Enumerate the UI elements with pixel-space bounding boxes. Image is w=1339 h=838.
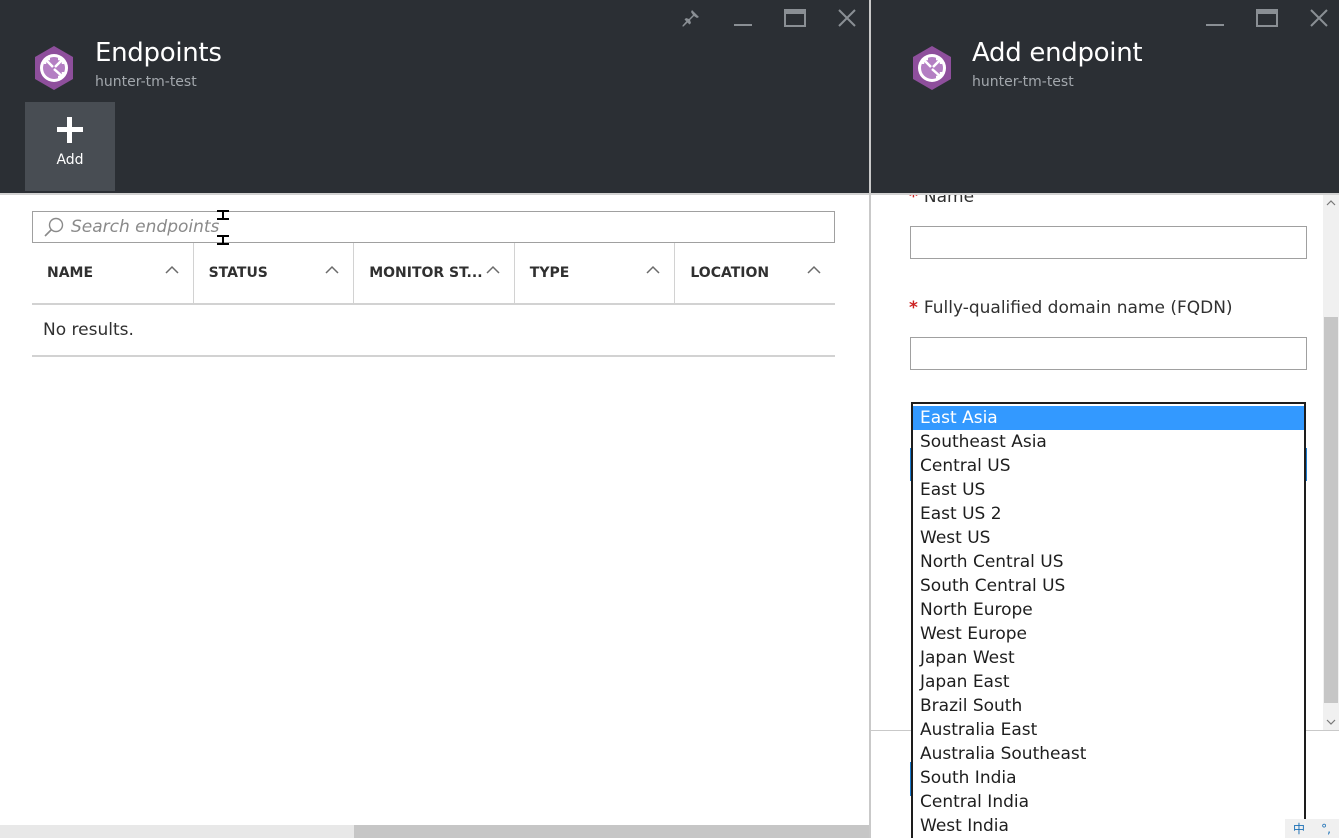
column-header-status[interactable]: STATUS xyxy=(192,243,354,303)
column-label: STATUS xyxy=(208,265,268,281)
blade-title: Add endpoint xyxy=(972,38,1143,68)
location-option-east-us[interactable]: East US xyxy=(913,478,1304,502)
close-icon[interactable] xyxy=(821,6,873,30)
scrollbar-thumb[interactable] xyxy=(354,825,869,838)
blade-title: Endpoints xyxy=(95,38,222,68)
search-input[interactable] xyxy=(71,217,771,237)
endpoints-grid: NAME STATUS MONITOR ST... TYPE LOCATION xyxy=(32,243,835,357)
endpoints-blade: Endpoints hunter-tm-test Add NAME xyxy=(0,0,869,838)
add-endpoint-blade-header: Add endpoint hunter-tm-test xyxy=(871,0,1339,193)
name-label-text: Name xyxy=(923,195,975,207)
column-label: MONITOR ST... xyxy=(369,265,483,281)
minimize-icon[interactable] xyxy=(1189,6,1241,30)
search-icon xyxy=(44,217,64,237)
text-cursor-icon xyxy=(217,210,229,245)
location-option-west-europe[interactable]: West Europe xyxy=(913,622,1304,646)
ime-punctuation: °, xyxy=(1321,821,1331,836)
scroll-up-icon[interactable] xyxy=(1326,199,1336,207)
fqdn-field-label: * Fully-qualified domain name (FQDN) xyxy=(909,298,1233,318)
header-divider xyxy=(0,193,869,195)
blade-subtitle: hunter-tm-test xyxy=(972,74,1074,90)
fqdn-input[interactable] xyxy=(911,338,1306,369)
location-option-east-us-2[interactable]: East US 2 xyxy=(913,502,1304,526)
column-header-name[interactable]: NAME xyxy=(32,243,193,303)
chevron-up-icon xyxy=(165,265,179,274)
chevron-up-icon xyxy=(486,265,500,274)
location-option-north-europe[interactable]: North Europe xyxy=(913,598,1304,622)
location-option-west-india[interactable]: West India xyxy=(913,814,1304,838)
ime-language: 中 xyxy=(1293,822,1306,836)
location-option-japan-west[interactable]: Japan West xyxy=(913,646,1304,670)
column-header-type[interactable]: TYPE xyxy=(513,243,675,303)
fqdn-field[interactable] xyxy=(910,337,1307,370)
blade-subtitle: hunter-tm-test xyxy=(95,74,197,90)
horizontal-scrollbar[interactable] xyxy=(0,825,869,838)
location-option-north-central-us[interactable]: North Central US xyxy=(913,550,1304,574)
grid-header: NAME STATUS MONITOR ST... TYPE LOCATION xyxy=(32,243,835,305)
add-command-label: Add xyxy=(56,152,84,168)
empty-state-text: No results. xyxy=(32,305,835,357)
ime-indicator[interactable]: 中 °, xyxy=(1285,819,1339,838)
pin-icon[interactable] xyxy=(665,6,717,30)
add-endpoint-command[interactable]: Add xyxy=(25,102,115,191)
location-option-central-india[interactable]: Central India xyxy=(913,790,1304,814)
search-box[interactable] xyxy=(32,211,835,243)
chevron-up-icon xyxy=(325,265,339,274)
scrollbar-thumb[interactable] xyxy=(1324,317,1338,703)
column-label: TYPE xyxy=(529,265,570,281)
location-option-japan-east[interactable]: Japan East xyxy=(913,670,1304,694)
maximize-icon[interactable] xyxy=(769,6,821,30)
location-option-west-us[interactable]: West US xyxy=(913,526,1304,550)
column-label: LOCATION xyxy=(690,265,770,281)
name-field-label: * Name xyxy=(909,195,974,207)
fqdn-label-text: Fully-qualified domain name (FQDN) xyxy=(923,298,1233,318)
location-option-central-us[interactable]: Central US xyxy=(913,454,1304,478)
name-input[interactable] xyxy=(911,227,1306,258)
location-option-south-central-us[interactable]: South Central US xyxy=(913,574,1304,598)
chevron-up-icon xyxy=(807,265,821,274)
vertical-scrollbar[interactable] xyxy=(1323,195,1339,730)
endpoints-window-controls xyxy=(665,6,873,30)
column-header-monitor-status[interactable]: MONITOR ST... xyxy=(353,243,514,303)
location-option-brazil-south[interactable]: Brazil South xyxy=(913,694,1304,718)
location-option-southeast-asia[interactable]: Southeast Asia xyxy=(913,430,1304,454)
location-option-east-asia[interactable]: East Asia xyxy=(913,406,1304,430)
location-option-south-india[interactable]: South India xyxy=(913,766,1304,790)
location-option-australia-southeast[interactable]: Australia Southeast xyxy=(913,742,1304,766)
close-icon[interactable] xyxy=(1293,6,1339,30)
chevron-up-icon xyxy=(646,265,660,274)
column-label: NAME xyxy=(47,265,94,281)
required-marker: * xyxy=(909,298,918,318)
endpoints-blade-header: Endpoints hunter-tm-test Add xyxy=(0,0,869,193)
required-marker: * xyxy=(909,195,918,207)
name-field[interactable] xyxy=(910,226,1307,259)
portal-root: Endpoints hunter-tm-test Add NAME xyxy=(0,0,1339,838)
minimize-icon[interactable] xyxy=(717,6,769,30)
location-dropdown-list[interactable]: East Asia Southeast Asia Central US East… xyxy=(911,402,1306,838)
traffic-manager-icon xyxy=(909,45,955,91)
traffic-manager-icon xyxy=(31,45,77,91)
column-header-location[interactable]: LOCATION xyxy=(674,243,835,303)
plus-icon xyxy=(57,117,83,143)
location-option-australia-east[interactable]: Australia East xyxy=(913,718,1304,742)
scroll-down-icon[interactable] xyxy=(1326,718,1336,726)
add-endpoint-window-controls xyxy=(1189,6,1339,30)
maximize-icon[interactable] xyxy=(1241,6,1293,30)
